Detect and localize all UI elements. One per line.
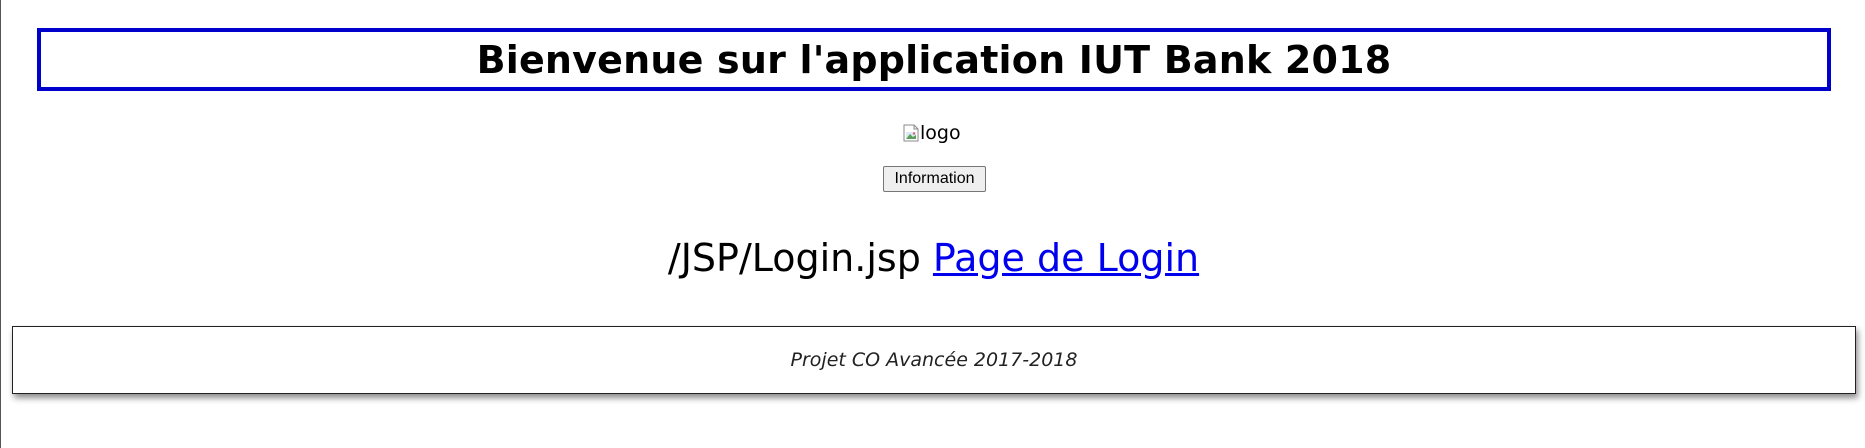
information-button[interactable]: Information bbox=[883, 166, 986, 192]
login-line: /JSP/Login.jsp Page de Login bbox=[1, 236, 1865, 280]
broken-image-icon bbox=[903, 124, 919, 142]
login-page-link[interactable]: Page de Login bbox=[933, 236, 1199, 280]
page-title: Bienvenue sur l'application IUT Bank 201… bbox=[476, 37, 1392, 82]
logo: logo bbox=[903, 119, 961, 147]
logo-alt-text: logo bbox=[920, 122, 961, 144]
header-banner: Bienvenue sur l'application IUT Bank 201… bbox=[37, 28, 1831, 91]
page-frame: Bienvenue sur l'application IUT Bank 201… bbox=[0, 0, 1865, 448]
login-path-text: /JSP/Login.jsp bbox=[667, 236, 921, 280]
footer: Projet CO Avancée 2017-2018 bbox=[12, 326, 1856, 394]
footer-text: Projet CO Avancée 2017-2018 bbox=[790, 349, 1078, 371]
